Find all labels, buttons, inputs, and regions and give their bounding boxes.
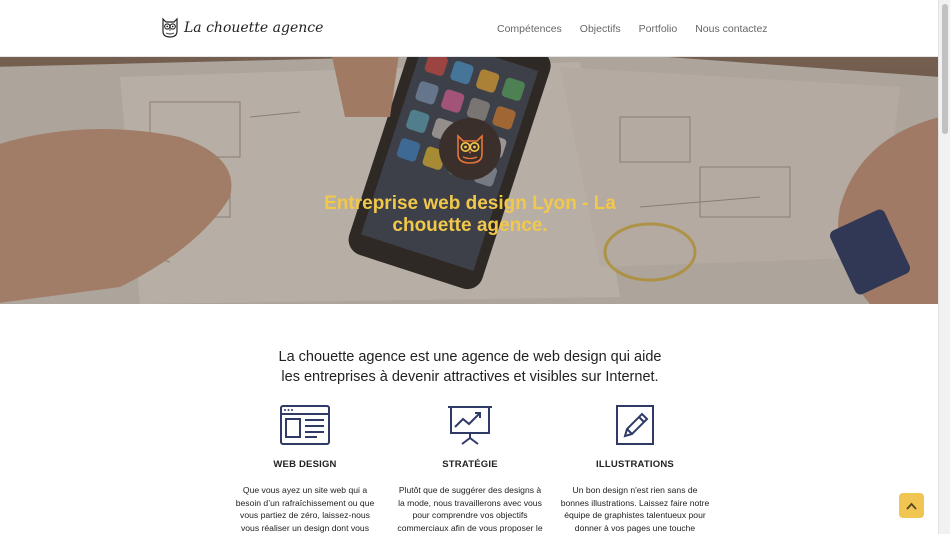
- brand-link[interactable]: La chouette agence: [160, 17, 323, 39]
- pencil-icon: [616, 405, 654, 445]
- hero-overlay: [0, 57, 938, 304]
- main-nav: Compétences Objectifs Portfolio Nous con…: [497, 23, 786, 35]
- service-title: WEB DESIGN: [273, 459, 337, 470]
- service-title: ILLUSTRATIONS: [596, 459, 674, 470]
- nav-link-objectifs[interactable]: Objectifs: [580, 23, 621, 35]
- chevron-up-icon: [906, 502, 917, 510]
- owl-logo-icon: [162, 17, 178, 38]
- service-text: Que vous ayez un site web qui a besoin d…: [235, 485, 375, 533]
- service-strategie: STRATÉGIE Plutôt que de suggérer des des…: [395, 404, 545, 534]
- hero-title: Entreprise web design Lyon - La chouette…: [324, 193, 616, 236]
- page-scrollbar[interactable]: [938, 0, 950, 534]
- brand-name: La chouette agence: [184, 20, 324, 36]
- nav-link-competences[interactable]: Compétences: [497, 23, 562, 35]
- top-navbar: La chouette agence Compétences Objectifs…: [0, 0, 938, 57]
- hero-banner: Entreprise web design Lyon - La chouette…: [0, 57, 938, 304]
- service-illustrations: ILLUSTRATIONS Un bon design n'est rien s…: [560, 404, 710, 534]
- owl-badge: [439, 118, 501, 180]
- presentation-chart-icon: [448, 406, 492, 445]
- intro-text: La chouette agence est une agence de web…: [278, 349, 662, 385]
- web-layout-icon: [280, 405, 330, 445]
- service-text: Plutôt que de suggérer des designs à la …: [397, 485, 543, 533]
- service-web-design: WEB DESIGN Que vous ayez un site web qui…: [230, 404, 380, 534]
- scrollbar-thumb[interactable]: [942, 4, 948, 134]
- scroll-top-button[interactable]: [899, 493, 924, 518]
- service-title: STRATÉGIE: [442, 459, 498, 470]
- nav-link-contact[interactable]: Nous contactez: [695, 23, 767, 35]
- nav-link-portfolio[interactable]: Portfolio: [639, 23, 678, 35]
- service-text: Un bon design n'est rien sans de bonnes …: [560, 485, 710, 533]
- owl-badge-icon: [457, 134, 483, 164]
